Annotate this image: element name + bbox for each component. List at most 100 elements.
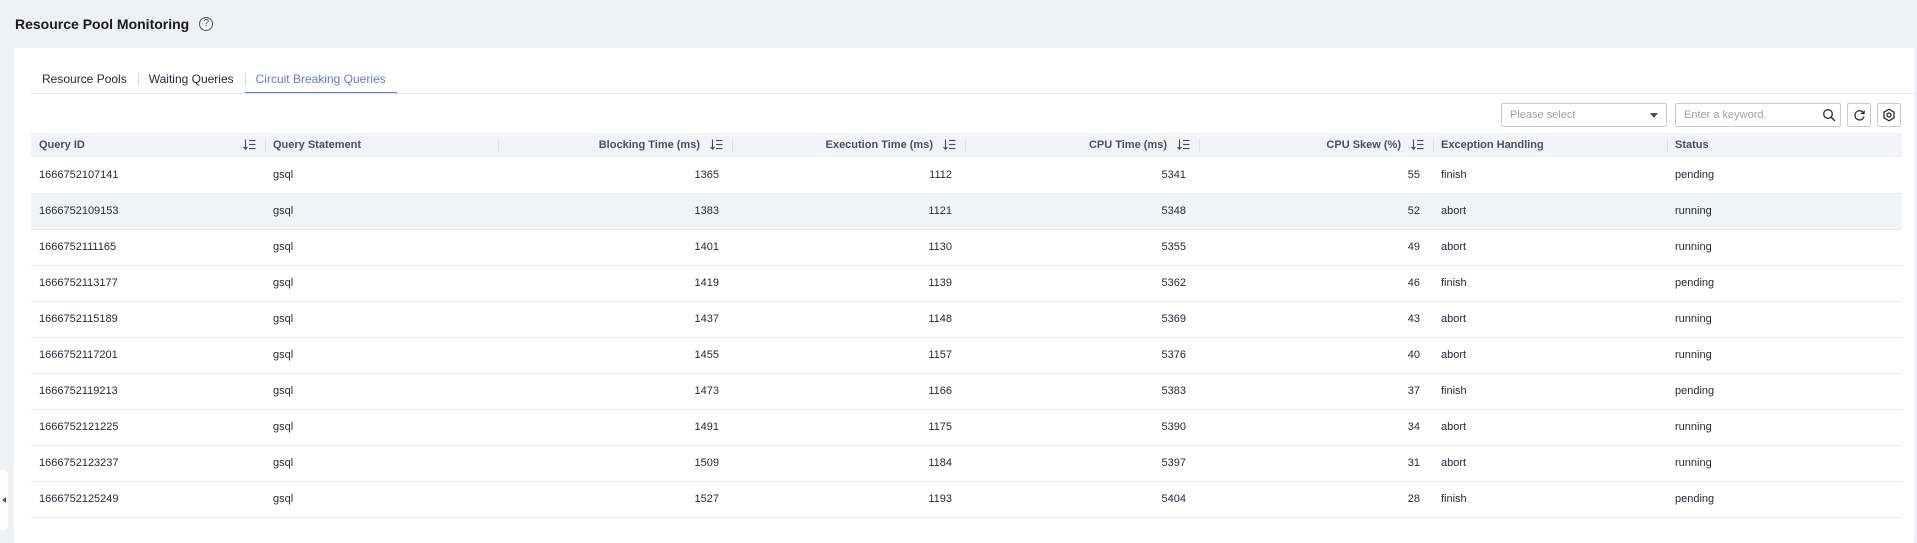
sort-icon[interactable] <box>710 139 723 150</box>
table-row[interactable]: 1666752107141 gsql 1365 1112 5341 55 finish pen… <box>31 157 1902 194</box>
tab-circuit-breaking-queries[interactable]: Circuit Breaking Queries <box>244 72 397 94</box>
cell-query-statement: gsql <box>265 193 498 230</box>
table-row[interactable]: 1666752125249 gsql 1527 1193 5404 28 finish pen… <box>31 481 1902 518</box>
help-icon[interactable]: ? <box>199 17 214 31</box>
cell-blocking-time: 1509 <box>498 445 732 482</box>
settings-button[interactable] <box>1877 103 1901 127</box>
cell-exception-handling: abort <box>1433 445 1667 482</box>
table-row[interactable]: 1666752111165 gsql 1401 1130 5355 49 abort runn… <box>31 229 1902 266</box>
column-header-blocking-time: Blocking Time (ms) <box>498 133 732 157</box>
cell-status: running <box>1667 301 1902 338</box>
cell-execution-time: 1130 <box>732 229 965 266</box>
tab-bar: Resource Pools Waiting Queries Circuit B… <box>31 72 397 94</box>
cell-blocking-time: 1437 <box>498 301 732 338</box>
table-body: 1666752107141 gsql 1365 1112 5341 55 finish pen… <box>31 157 1902 518</box>
cell-query-statement: gsql <box>265 445 498 482</box>
sort-icon[interactable] <box>1411 139 1424 150</box>
column-label: Exception Handling <box>1441 139 1544 151</box>
refresh-button[interactable] <box>1847 103 1871 127</box>
cell-cpu-time: 5355 <box>965 229 1199 266</box>
table-row[interactable]: 1666752113177 gsql 1419 1139 5362 46 finish pen… <box>31 265 1902 302</box>
column-label: Status <box>1675 139 1709 151</box>
search-input[interactable] <box>1684 109 1814 121</box>
cell-exception-handling: finish <box>1433 157 1667 194</box>
cell-query-id: 1666752123237 <box>31 445 265 482</box>
cell-execution-time: 1148 <box>732 301 965 338</box>
table-row[interactable]: 1666752117201 gsql 1455 1157 5376 40 abort runn… <box>31 337 1902 374</box>
cell-blocking-time: 1419 <box>498 265 732 302</box>
cell-exception-handling: abort <box>1433 229 1667 266</box>
cell-exception-handling: finish <box>1433 481 1667 518</box>
tab-resource-pools[interactable]: Resource Pools <box>31 72 138 94</box>
cell-query-statement: gsql <box>265 409 498 446</box>
cell-execution-time: 1184 <box>732 445 965 482</box>
column-header-cpu-skew: CPU Skew (%) <box>1199 133 1433 157</box>
column-label: CPU Time (ms) <box>1088 139 1167 151</box>
cell-cpu-skew: 52 <box>1199 193 1433 230</box>
toolbar: Please select <box>1501 103 1901 127</box>
cell-cpu-skew: 55 <box>1199 157 1433 194</box>
filter-select[interactable]: Please select <box>1501 103 1667 127</box>
cell-cpu-skew: 37 <box>1199 373 1433 410</box>
column-label: CPU Skew (%) <box>1326 139 1401 151</box>
cell-cpu-skew: 49 <box>1199 229 1433 266</box>
column-header-cpu-time: CPU Time (ms) <box>965 133 1199 157</box>
cell-query-statement: gsql <box>265 301 498 338</box>
collapse-sidebar-handle[interactable] <box>0 470 8 530</box>
column-header-execution-time: Execution Time (ms) <box>732 133 965 157</box>
cell-query-statement: gsql <box>265 337 498 374</box>
cell-status: pending <box>1667 481 1902 518</box>
cell-status: running <box>1667 445 1902 482</box>
cell-query-id: 1666752107141 <box>31 157 265 194</box>
cell-status: pending <box>1667 157 1902 194</box>
cell-blocking-time: 1401 <box>498 229 732 266</box>
sort-icon[interactable] <box>243 139 256 150</box>
tab-waiting-queries[interactable]: Waiting Queries <box>137 72 245 94</box>
cell-query-id: 1666752119213 <box>31 373 265 410</box>
cell-cpu-time: 5362 <box>965 265 1199 302</box>
sort-icon[interactable] <box>943 139 956 150</box>
cell-cpu-skew: 34 <box>1199 409 1433 446</box>
cell-cpu-time: 5376 <box>965 337 1199 374</box>
cell-blocking-time: 1527 <box>498 481 732 518</box>
column-label: Query Statement <box>273 139 362 151</box>
filter-select-placeholder: Please select <box>1510 109 1576 121</box>
table-row[interactable]: 1666752115189 gsql 1437 1148 5369 43 abort runn… <box>31 301 1902 338</box>
cell-execution-time: 1193 <box>732 481 965 518</box>
column-header-exception-handling: Exception Handling <box>1433 133 1667 157</box>
table-row[interactable]: 1666752121225 gsql 1491 1175 5390 34 abort runn… <box>31 409 1902 446</box>
cell-query-id: 1666752115189 <box>31 301 265 338</box>
cell-status: pending <box>1667 265 1902 302</box>
chevron-down-icon <box>1650 112 1658 118</box>
cell-status: pending <box>1667 373 1902 410</box>
page-title: Resource Pool Monitoring <box>15 16 190 32</box>
search-icon[interactable] <box>1822 108 1836 122</box>
column-header-query-id: Query ID <box>31 133 265 157</box>
cell-cpu-time: 5348 <box>965 193 1199 230</box>
cell-blocking-time: 1383 <box>498 193 732 230</box>
table-row[interactable]: 1666752109153 gsql 1383 1121 5348 52 abort runn… <box>31 193 1902 230</box>
cell-status: running <box>1667 229 1902 266</box>
cell-blocking-time: 1473 <box>498 373 732 410</box>
cell-query-statement: gsql <box>265 229 498 266</box>
cell-cpu-skew: 31 <box>1199 445 1433 482</box>
cell-cpu-time: 5383 <box>965 373 1199 410</box>
cell-query-id: 1666752125249 <box>31 481 265 518</box>
cell-query-statement: gsql <box>265 481 498 518</box>
column-label: Execution Time (ms) <box>825 139 933 151</box>
cell-query-id: 1666752111165 <box>31 229 265 266</box>
cell-exception-handling: finish <box>1433 265 1667 302</box>
table-row[interactable]: 1666752123237 gsql 1509 1184 5397 31 abort runn… <box>31 445 1902 482</box>
cell-cpu-skew: 40 <box>1199 337 1433 374</box>
search-box <box>1675 103 1841 127</box>
sort-icon[interactable] <box>1177 139 1190 150</box>
tabs-divider <box>31 93 1914 94</box>
cell-exception-handling: abort <box>1433 193 1667 230</box>
table-row[interactable]: 1666752119213 gsql 1473 1166 5383 37 finish pen… <box>31 373 1902 410</box>
column-header-query-statement: Query Statement <box>265 133 498 157</box>
page-header: Resource Pool Monitoring ? <box>0 0 1917 48</box>
cell-exception-handling: abort <box>1433 301 1667 338</box>
cell-status: running <box>1667 337 1902 374</box>
gear-icon <box>1883 108 1895 122</box>
cell-query-id: 1666752121225 <box>31 409 265 446</box>
